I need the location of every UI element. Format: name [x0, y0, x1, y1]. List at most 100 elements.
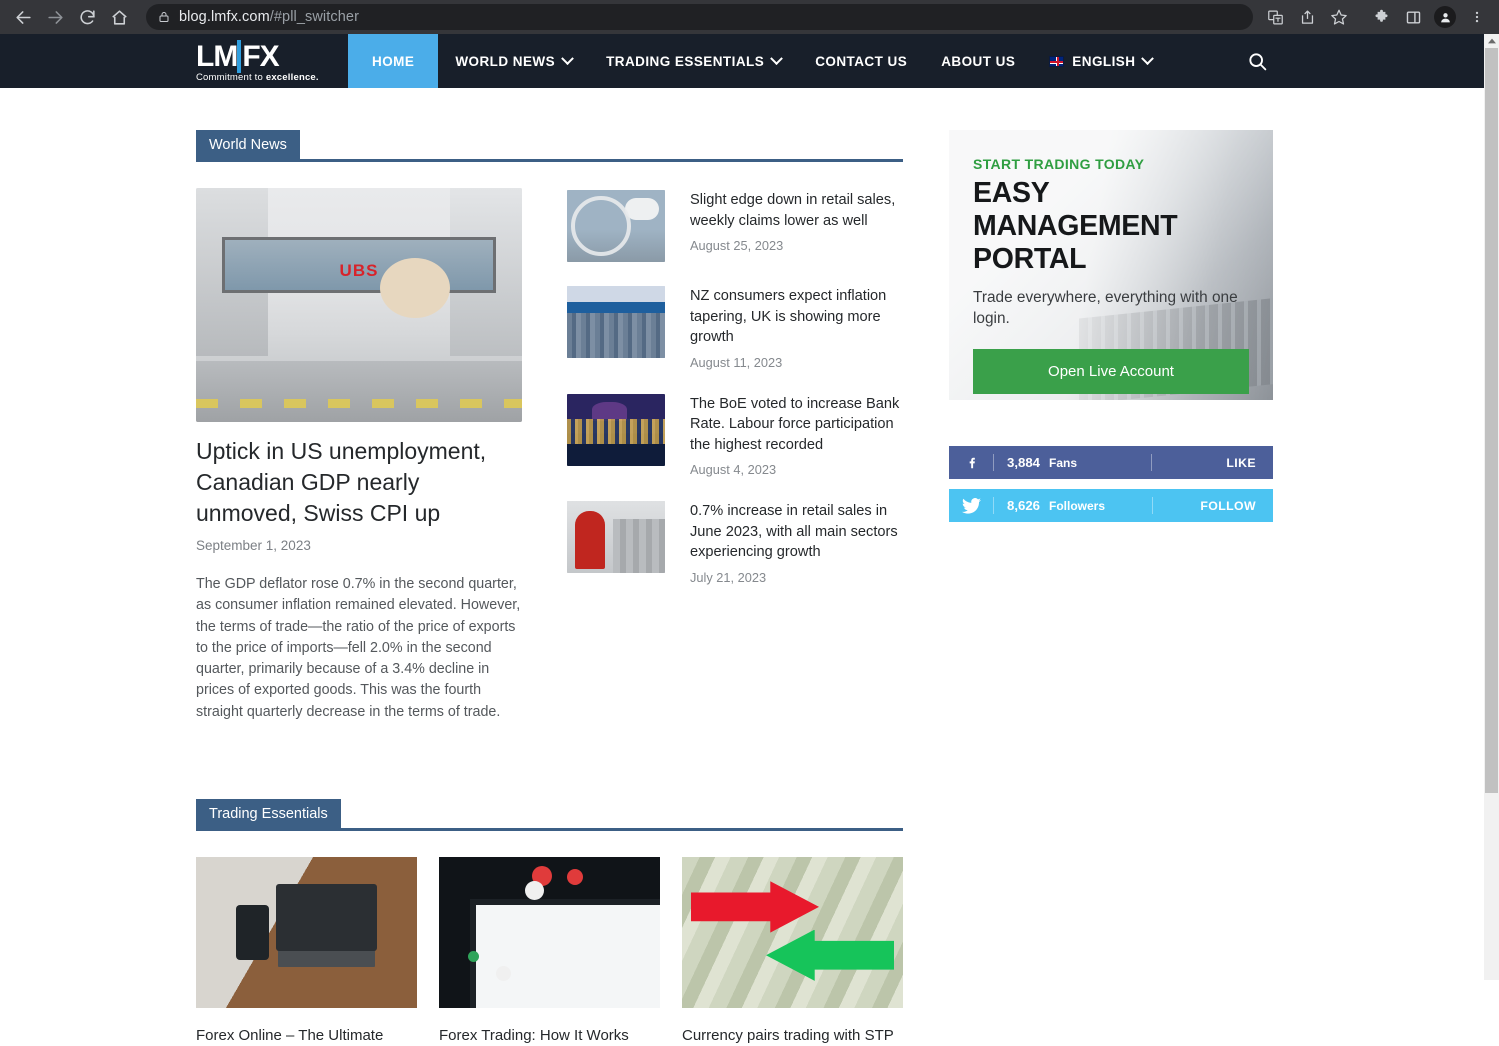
news-title[interactable]: NZ consumers expect inflation tapering, … [690, 286, 903, 348]
address-bar-url: blog.lmfx.com/#pll_switcher [179, 9, 359, 25]
sidebar: START TRADING TODAY EASY MANAGEMENT PORT… [949, 130, 1274, 1046]
twitter-follow-bar[interactable]: 8,626 Followers FOLLOW [949, 489, 1273, 522]
twitter-label: Followers [1049, 498, 1106, 513]
list-item[interactable]: NZ consumers expect inflation tapering, … [567, 286, 903, 370]
news-list: Slight edge down in retail sales, weekly… [567, 188, 903, 723]
facebook-icon [949, 453, 993, 473]
te-card-title[interactable]: Forex Online – The Ultimate [196, 1025, 417, 1046]
star-icon[interactable] [1325, 3, 1353, 31]
scrollbar-thumb[interactable] [1485, 48, 1498, 793]
nav-item-world-news[interactable]: WORLD NEWS [438, 34, 589, 88]
share-icon[interactable] [1293, 3, 1321, 31]
section-title-world-news: World News [196, 130, 300, 159]
address-bar[interactable]: blog.lmfx.com/#pll_switcher [146, 4, 1253, 30]
home-icon[interactable] [104, 2, 134, 32]
featured-article-image: UBS [196, 188, 522, 422]
nav-label-trading-essentials: TRADING ESSENTIALS [606, 53, 765, 69]
logo-tagline-bold: excellence. [265, 72, 319, 83]
lock-icon [158, 10, 170, 24]
news-title[interactable]: 0.7% increase in retail sales in June 20… [690, 501, 903, 563]
news-thumbnail [567, 286, 665, 358]
list-item[interactable]: 0.7% increase in retail sales in June 20… [567, 501, 903, 585]
nav-label-home: HOME [372, 53, 415, 69]
section-title-trading-essentials: Trading Essentials [196, 799, 341, 829]
logo-tagline: Commitment to excellence. [196, 72, 356, 83]
translate-icon[interactable] [1261, 3, 1289, 31]
section-header-world-news: World News [196, 130, 903, 162]
back-arrow-icon[interactable] [8, 2, 38, 32]
facebook-like-button[interactable]: LIKE [1226, 456, 1273, 470]
te-card-image [439, 857, 660, 1009]
facebook-follow-bar[interactable]: 3,884 Fans LIKE [949, 446, 1273, 479]
news-thumbnail [567, 501, 665, 573]
news-title[interactable]: The BoE voted to increase Bank Rate. Lab… [690, 394, 903, 456]
chevron-down-icon [1141, 51, 1155, 65]
logo-tagline-light: Commitment to [196, 72, 266, 83]
nav-item-about-us[interactable]: ABOUT US [924, 34, 1032, 88]
news-date: August 4, 2023 [690, 462, 777, 477]
news-date: August 11, 2023 [690, 354, 783, 370]
featured-article-title[interactable]: Uptick in US unemployment, Canadian GDP … [196, 436, 522, 529]
forward-arrow-icon[interactable] [40, 2, 70, 32]
toolbar-actions [1261, 3, 1491, 31]
news-thumbnail [567, 190, 665, 262]
news-title[interactable]: Slight edge down in retail sales, weekly… [690, 190, 903, 231]
promo-subtitle: Trade everywhere, everything with one lo… [973, 289, 1238, 327]
page-body: World News UBS Uptick in US unemployment… [0, 88, 1484, 1044]
puzzle-piece-icon[interactable] [1367, 3, 1395, 31]
nav-label-world-news: WORLD NEWS [455, 53, 556, 69]
te-card-image [196, 857, 417, 1009]
news-date: July 21, 2023 [690, 569, 767, 585]
news-date: August 25, 2023 [690, 238, 784, 253]
world-news-row: UBS Uptick in US unemployment, Canadian … [196, 188, 903, 723]
chevron-down-icon [561, 51, 574, 65]
nav-label-contact-us: CONTACT US [815, 53, 908, 69]
nav-item-contact-us[interactable]: CONTACT US [798, 34, 924, 88]
reload-icon[interactable] [72, 2, 102, 32]
site-navigation-bar: LM FX Commitment to excellence. HOME WORL… [0, 34, 1484, 88]
promo-banner[interactable]: START TRADING TODAY EASY MANAGEMENT PORT… [949, 130, 1273, 400]
chevron-down-icon [770, 51, 784, 65]
twitter-bird-icon [949, 497, 993, 514]
browser-toolbar: blog.lmfx.com/#pll_switcher [0, 0, 1499, 34]
logo-wordmark: LM FX [196, 40, 356, 73]
featured-article-date: September 1, 2023 [196, 538, 311, 553]
te-card[interactable]: Forex Online – The Ultimate [196, 857, 417, 1046]
list-item[interactable]: The BoE voted to increase Bank Rate. Lab… [567, 393, 903, 477]
trading-essentials-grid: Forex Online – The Ultimate Forex Tradin… [196, 857, 903, 1046]
featured-article[interactable]: UBS Uptick in US unemployment, Canadian … [196, 188, 522, 723]
site-logo[interactable]: LM FX Commitment to excellence. [196, 34, 356, 88]
scroll-up-arrow-icon[interactable] [1484, 34, 1499, 48]
three-dot-menu-icon[interactable] [1463, 3, 1491, 31]
vertical-scrollbar[interactable] [1484, 34, 1499, 980]
news-thumbnail [567, 393, 665, 466]
nav-item-home[interactable]: HOME [348, 34, 439, 88]
te-card-image [682, 857, 903, 1009]
language-switcher[interactable]: ENGLISH [1032, 34, 1169, 88]
main-menu: HOME WORLD NEWS TRADING ESSENTIALS CONTA… [348, 34, 1169, 88]
te-card-title[interactable]: Forex Trading: How It Works [439, 1025, 660, 1046]
nav-label-about-us: ABOUT US [941, 53, 1016, 69]
te-card[interactable]: Currency pairs trading with STP [682, 857, 903, 1046]
twitter-follow-button[interactable]: FOLLOW [1200, 499, 1273, 513]
section-header-trading-essentials: Trading Essentials [196, 799, 903, 832]
search-icon[interactable] [1247, 34, 1268, 88]
main-column: World News UBS Uptick in US unemployment… [196, 130, 903, 1046]
featured-article-excerpt: The GDP deflator rose 0.7% in the second… [196, 576, 521, 720]
content-wrapper: World News UBS Uptick in US unemployment… [196, 88, 1286, 1046]
promo-kicker: START TRADING TODAY [973, 156, 1145, 172]
list-item[interactable]: Slight edge down in retail sales, weekly… [567, 190, 903, 262]
te-card-title[interactable]: Currency pairs trading with STP [682, 1025, 903, 1046]
facebook-label: Fans [1049, 455, 1078, 470]
twitter-count: 8,626 [1007, 498, 1041, 513]
profile-avatar-icon[interactable] [1431, 3, 1459, 31]
facebook-count: 3,884 [1007, 455, 1041, 470]
uk-flag-icon [1049, 55, 1065, 67]
nav-item-trading-essentials[interactable]: TRADING ESSENTIALS [589, 34, 798, 88]
language-label: ENGLISH [1072, 53, 1136, 69]
open-live-account-button[interactable]: Open Live Account [973, 349, 1249, 394]
trading-essentials-section: Trading Essentials Forex Online – The Ul… [196, 799, 903, 1046]
logo-text: LM FX [196, 40, 280, 73]
te-card[interactable]: Forex Trading: How It Works [439, 857, 660, 1046]
side-panel-icon[interactable] [1399, 3, 1427, 31]
